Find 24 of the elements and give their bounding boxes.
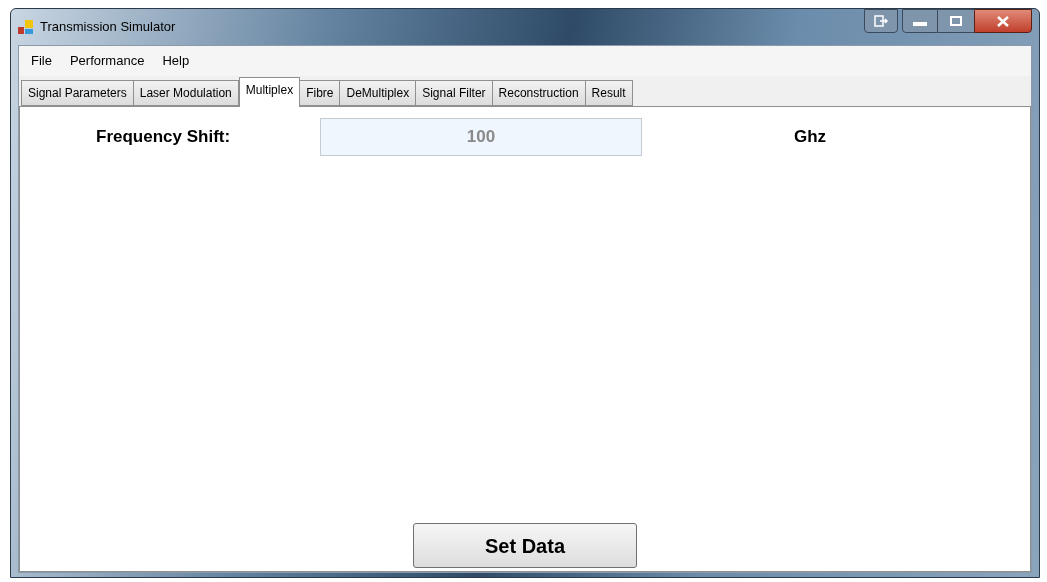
tab[interactable]: Multiplex: [238, 77, 301, 107]
tab[interactable]: Result: [584, 80, 633, 106]
menu-item[interactable]: Performance: [61, 51, 153, 71]
menu-item[interactable]: Help: [154, 51, 198, 71]
tab[interactable]: Reconstruction: [491, 80, 586, 106]
maximize-button[interactable]: [938, 9, 974, 33]
window-title: Transmission Simulator: [40, 18, 176, 37]
tab[interactable]: Laser Modulation: [132, 80, 239, 106]
restore-button[interactable]: [864, 9, 898, 33]
maximize-icon: [950, 16, 962, 26]
minimize-button[interactable]: [902, 9, 938, 33]
unit-label: Ghz: [794, 126, 827, 149]
minimize-icon: [913, 22, 927, 26]
close-button[interactable]: [974, 9, 1032, 33]
set-data-button[interactable]: Set Data: [413, 523, 637, 568]
menu-item[interactable]: File: [23, 51, 60, 71]
tab[interactable]: DeMultiplex: [339, 80, 417, 106]
exit-icon: [874, 15, 888, 27]
tab[interactable]: Signal Filter: [415, 80, 493, 106]
tab[interactable]: Fibre: [299, 80, 341, 106]
field-label: Frequency Shift:: [95, 126, 232, 149]
tab[interactable]: Signal Parameters: [21, 80, 134, 106]
app-icon: [18, 19, 34, 35]
close-icon: [997, 15, 1009, 27]
